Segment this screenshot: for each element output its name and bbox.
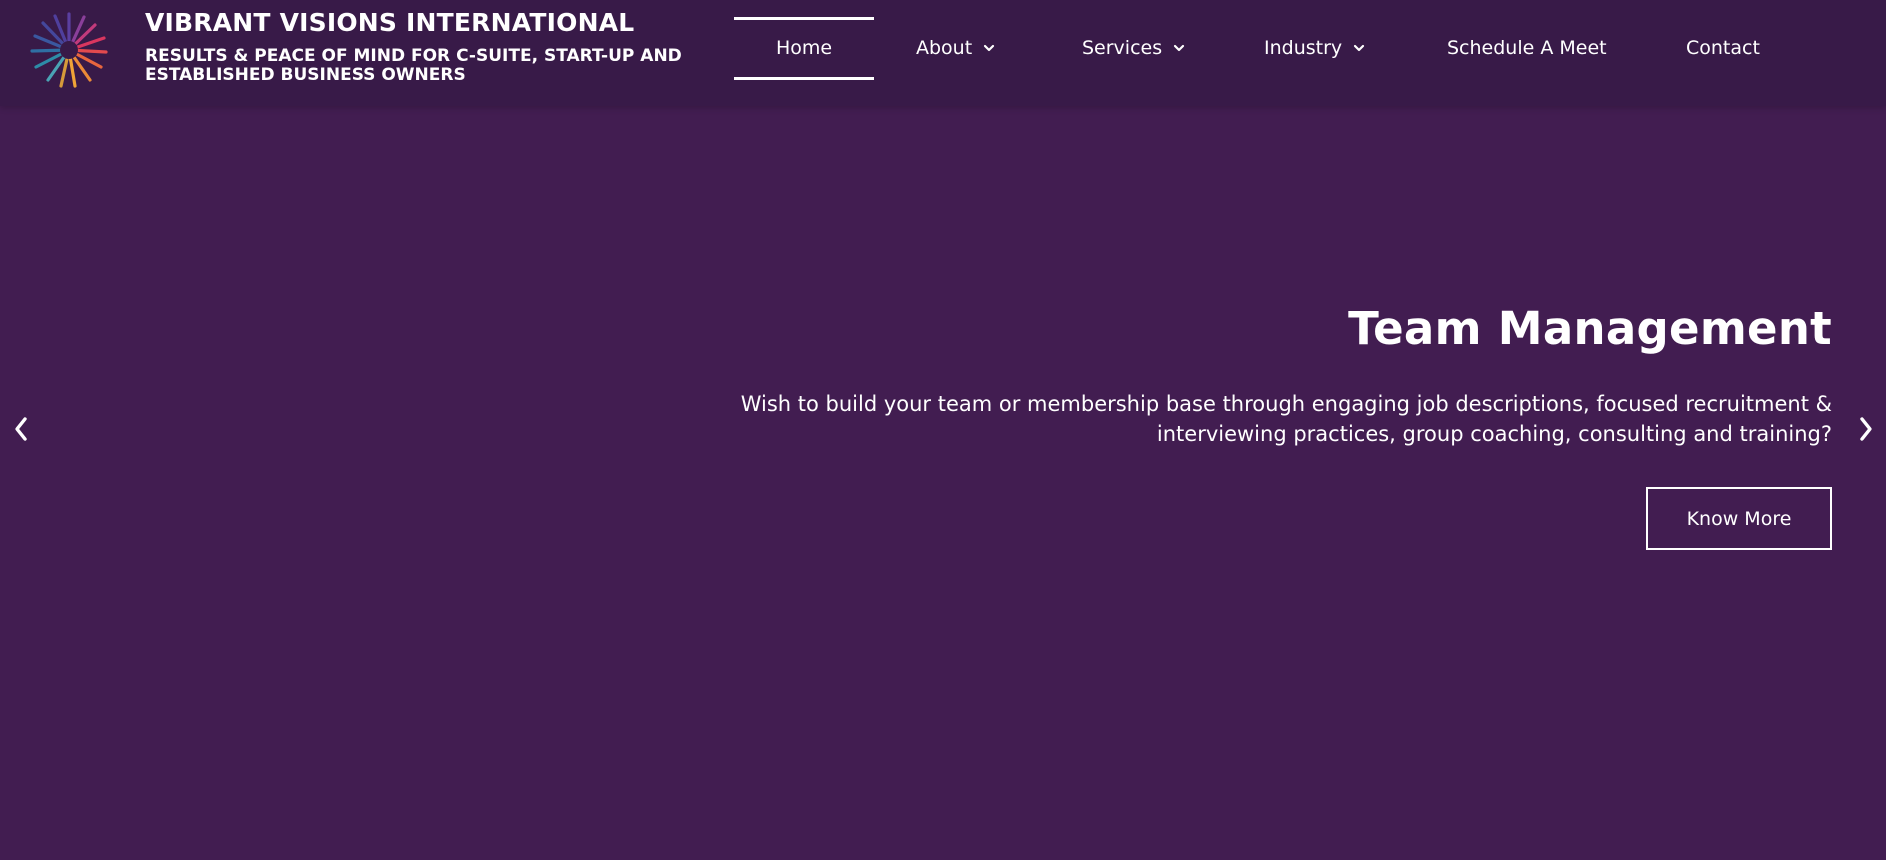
nav-item-industry[interactable]: Industry <box>1264 0 1366 96</box>
nav-item-schedule-a-meet[interactable]: Schedule A Meet <box>1447 0 1607 96</box>
brand-tagline: RESULTS & PEACE OF MIND FOR C-SUITE, STA… <box>145 46 682 85</box>
nav-item-label: Contact <box>1686 37 1760 59</box>
nav-item-about[interactable]: About <box>916 0 996 96</box>
nav-item-contact[interactable]: Contact <box>1686 0 1760 96</box>
know-more-button[interactable]: Know More <box>1646 487 1832 550</box>
nav-item-label: About <box>916 37 973 59</box>
nav-item-label: Industry <box>1264 37 1343 59</box>
nav-item-label: Home <box>775 37 833 59</box>
nav-item-home[interactable]: Home <box>734 0 874 96</box>
chevron-down-icon <box>1354 44 1365 52</box>
nav-item-label: Services <box>1082 37 1163 59</box>
chevron-right-icon <box>1860 417 1872 441</box>
hero-description: Wish to build your team or membership ba… <box>740 392 1832 446</box>
nav-item-services[interactable]: Services <box>1082 0 1186 96</box>
slider-prev-button[interactable] <box>8 412 34 446</box>
hero-title: Team Management <box>1348 302 1832 355</box>
starburst-logo-icon[interactable] <box>28 10 110 90</box>
chevron-down-icon <box>1174 44 1185 52</box>
chevron-left-icon <box>15 417 27 441</box>
chevron-down-icon <box>984 44 995 52</box>
site-header: VIBRANT VISIONS INTERNATIONAL RESULTS & … <box>0 0 1886 106</box>
slider-next-button[interactable] <box>1853 412 1879 446</box>
brand-title[interactable]: VIBRANT VISIONS INTERNATIONAL <box>145 8 634 37</box>
nav-item-label: Schedule A Meet <box>1447 37 1607 59</box>
